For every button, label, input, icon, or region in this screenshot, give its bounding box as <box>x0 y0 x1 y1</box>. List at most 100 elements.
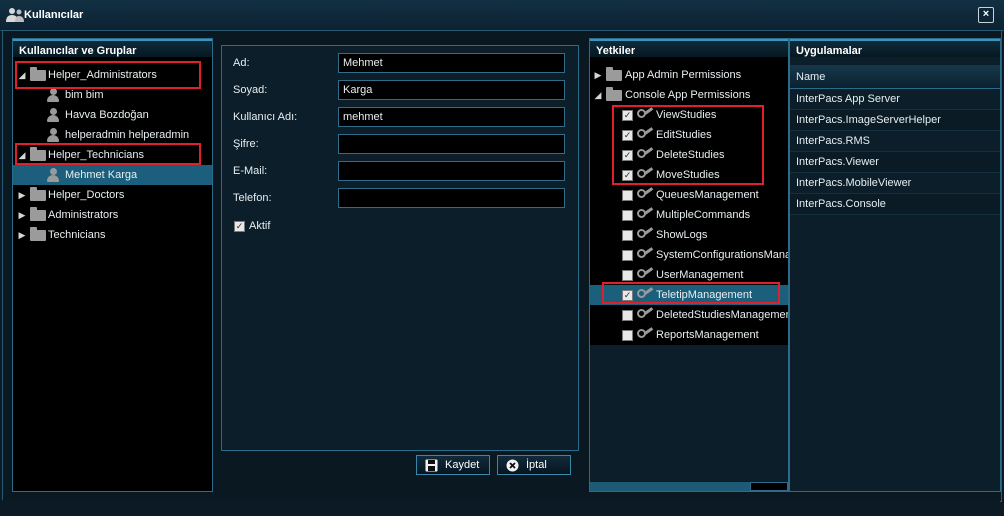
field-label: Ad: <box>233 57 250 69</box>
tree-user-row[interactable]: Havva Bozdoğan <box>13 105 212 125</box>
user-icon <box>46 108 60 122</box>
application-row[interactable]: InterPacs App Server <box>790 89 1000 110</box>
title-bar: Kullanıcılar × <box>0 0 1004 31</box>
permission-checkbox[interactable] <box>622 330 633 341</box>
highlight-box <box>602 282 780 304</box>
form-field-input[interactable] <box>338 188 565 208</box>
permission-checkbox[interactable] <box>622 310 633 321</box>
key-icon <box>637 247 655 261</box>
highlight-box <box>15 143 201 165</box>
user-form: Ad: Soyad: Kullanıcı Adı: Şifre: E-Mail: Tele… <box>221 45 579 451</box>
user-icon <box>46 128 60 142</box>
highlight-box <box>612 105 764 185</box>
application-name: InterPacs.Console <box>796 198 886 210</box>
window-title: Kullanıcılar <box>24 9 84 21</box>
permission-checkbox[interactable] <box>622 230 633 241</box>
application-name: InterPacs.RMS <box>796 135 870 147</box>
expand-icon[interactable]: ▶ <box>593 70 603 80</box>
user-icon <box>46 88 60 102</box>
application-row[interactable]: InterPacs.ImageServerHelper <box>790 110 1000 131</box>
expand-icon[interactable]: ▶ <box>17 230 27 240</box>
applications-title: Uygulamalar <box>790 39 1000 57</box>
collapse-icon[interactable]: ◢ <box>593 90 603 100</box>
users-groups-panel: Kullanıcılar ve Gruplar ◢ Helper_Administ… <box>12 38 213 492</box>
form-field-input[interactable] <box>338 134 565 154</box>
permission-label: SystemConfigurationsManagement <box>656 249 788 261</box>
tree-group-row[interactable]: ▶ Technicians <box>13 225 212 245</box>
users-tree: ◢ Helper_Administrators bim bim Havva Bozdo… <box>13 61 212 491</box>
key-icon <box>637 207 655 221</box>
permission-checkbox[interactable] <box>622 250 633 261</box>
permission-row[interactable]: DeletedStudiesManagement <box>590 305 788 325</box>
close-button[interactable]: × <box>978 7 994 23</box>
permission-row[interactable]: QueuesManagement <box>590 185 788 205</box>
application-row[interactable]: InterPacs.Console <box>790 194 1000 215</box>
save-label: Kaydet <box>445 459 480 471</box>
expand-icon[interactable]: ▶ <box>17 190 27 200</box>
tree-item-label: Havva Bozdoğan <box>65 109 149 121</box>
permission-label: ShowLogs <box>656 229 708 241</box>
permission-group-label: App Admin Permissions <box>625 69 742 81</box>
key-icon <box>637 187 655 201</box>
tree-item-label: Helper_Doctors <box>48 189 125 201</box>
folder-icon <box>30 207 46 221</box>
application-name: InterPacs.ImageServerHelper <box>796 114 941 126</box>
application-name: InterPacs.MobileViewer <box>796 177 912 189</box>
tree-user-row[interactable]: helperadmin helperadmin <box>13 125 212 145</box>
field-label: Şifre: <box>233 138 259 150</box>
field-label: E-Mail: <box>233 165 268 177</box>
tree-user-row[interactable]: Mehmet Karga <box>13 165 212 185</box>
key-icon <box>637 327 655 341</box>
key-icon <box>637 227 655 241</box>
permission-row[interactable]: SystemConfigurationsManagement <box>590 245 788 265</box>
permission-checkbox[interactable] <box>622 210 633 221</box>
permission-row[interactable]: ShowLogs <box>590 225 788 245</box>
users-groups-title: Kullanıcılar ve Gruplar <box>13 39 212 57</box>
save-icon <box>425 459 438 472</box>
active-checkbox[interactable]: ✓ <box>234 221 245 232</box>
folder-icon <box>30 187 46 201</box>
user-icon <box>46 168 60 182</box>
permissions-tree: ▶ App Admin Permissions ◢ Console App Permi… <box>590 65 788 345</box>
permission-label: ReportsManagement <box>656 329 759 341</box>
permission-label: MultipleCommands <box>656 209 751 221</box>
folder-icon <box>606 87 622 101</box>
expand-icon[interactable]: ▶ <box>17 210 27 220</box>
permission-checkbox[interactable] <box>622 190 633 201</box>
form-field-input[interactable] <box>338 80 565 100</box>
permissions-scrollbar[interactable] <box>590 482 788 491</box>
cancel-icon <box>506 459 519 472</box>
users-icon <box>6 8 24 22</box>
application-row[interactable]: InterPacs.RMS <box>790 131 1000 152</box>
bottom-strip <box>2 500 1000 514</box>
form-field-input[interactable] <box>338 161 565 181</box>
active-label: Aktif <box>249 220 271 232</box>
application-name: InterPacs.Viewer <box>796 156 879 168</box>
application-row[interactable]: InterPacs.MobileViewer <box>790 173 1000 194</box>
applications-header[interactable]: Name <box>790 65 1000 89</box>
applications-panel: Uygulamalar Name InterPacs App Server Int… <box>789 38 1001 492</box>
permission-row[interactable]: MultipleCommands <box>590 205 788 225</box>
folder-icon <box>30 227 46 241</box>
permission-label: DeletedStudiesManagement <box>656 309 788 321</box>
field-label: Telefon: <box>233 192 272 204</box>
permission-checkbox[interactable] <box>622 270 633 281</box>
permission-group-row[interactable]: ◢ Console App Permissions <box>590 85 788 105</box>
save-button[interactable]: Kaydet <box>416 455 490 475</box>
tree-group-row[interactable]: ▶ Administrators <box>13 205 212 225</box>
tree-group-row[interactable]: ▶ Helper_Doctors <box>13 185 212 205</box>
cancel-button[interactable]: İptal <box>497 455 571 475</box>
field-label: Kullanıcı Adı: <box>233 111 298 123</box>
form-field-input[interactable] <box>338 107 565 127</box>
application-row[interactable]: InterPacs.Viewer <box>790 152 1000 173</box>
permission-label: QueuesManagement <box>656 189 759 201</box>
permissions-scroll-thumb[interactable] <box>750 482 788 491</box>
permission-group-label: Console App Permissions <box>625 89 751 101</box>
close-icon: × <box>982 8 990 20</box>
highlight-box <box>15 61 201 89</box>
tree-item-label: Technicians <box>48 229 106 241</box>
form-field-input[interactable] <box>338 53 565 73</box>
permission-group-row[interactable]: ▶ App Admin Permissions <box>590 65 788 85</box>
permission-row[interactable]: ReportsManagement <box>590 325 788 345</box>
tree-item-label: Mehmet Karga <box>65 169 138 181</box>
